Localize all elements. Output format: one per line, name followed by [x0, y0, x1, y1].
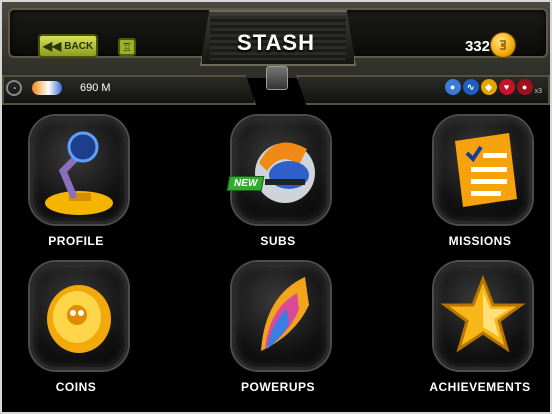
- powerups-icon: [232, 262, 330, 370]
- missions-label: MISSIONS: [448, 234, 512, 248]
- achievements-tile[interactable]: ACHIEVEMENTS: [429, 262, 532, 402]
- header-connector: [266, 66, 288, 90]
- bomb-icon: ●: [516, 79, 533, 95]
- subs-icon: [232, 116, 330, 224]
- missions-tile[interactable]: MISSIONS: [430, 116, 532, 256]
- profile-icon: [30, 116, 128, 224]
- coin-icon: [490, 32, 516, 58]
- coin-count: 332: [464, 38, 490, 55]
- wave-icon: ∿: [462, 79, 479, 95]
- powerups-tile[interactable]: POWERUPS: [228, 262, 330, 402]
- subs-label: SUBS: [260, 234, 296, 248]
- trophy-icon: ♖: [122, 41, 132, 54]
- achievements-label: ACHIEVEMENTS: [429, 380, 531, 394]
- missions-icon: [434, 116, 532, 224]
- profile-tile[interactable]: PROFILE: [26, 116, 128, 256]
- trophy-button[interactable]: ♖: [118, 38, 136, 56]
- back-label: BACK: [64, 40, 94, 52]
- coins-tile[interactable]: COINS: [26, 262, 128, 402]
- powerup-icons: ● ∿ ◆ ♥ ● x3: [444, 79, 544, 95]
- subs-tile[interactable]: NEW SUBS: [226, 116, 330, 256]
- gauge-icon: ◔: [6, 80, 22, 96]
- submarine-icon: [32, 81, 62, 95]
- back-arrow-icon: ◀◀: [42, 39, 62, 53]
- shield-icon: ◆: [480, 79, 497, 95]
- achievements-icon: [434, 262, 532, 370]
- powerup-count: x3: [534, 88, 542, 95]
- coins-label: COINS: [55, 380, 97, 394]
- back-button[interactable]: ◀◀ BACK: [38, 34, 98, 58]
- powerups-label: POWERUPS: [240, 380, 315, 394]
- heart-icon: ♥: [498, 79, 515, 95]
- coins-icon: [30, 262, 128, 370]
- bubbles-icon: ●: [444, 79, 461, 95]
- distance-readout: 690 M: [80, 82, 111, 94]
- new-badge: NEW: [226, 176, 265, 191]
- profile-label: PROFILE: [48, 234, 104, 248]
- page-title: STASH: [237, 30, 315, 55]
